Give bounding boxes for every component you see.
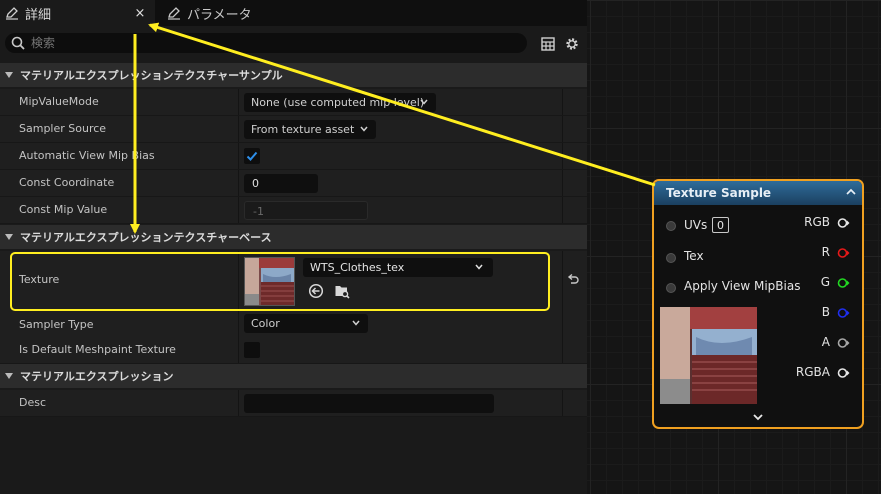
property-row-desc: Desc xyxy=(0,390,587,417)
input-label-uvs: UVs xyxy=(684,218,708,232)
checkmark-icon xyxy=(246,151,258,161)
output-label-g: G xyxy=(820,275,830,289)
sampler-source-dropdown[interactable]: From texture asset xyxy=(244,120,376,139)
sampler-type-dropdown[interactable]: Color xyxy=(244,314,368,333)
dropdown-value: From texture asset xyxy=(251,123,355,136)
output-label-r: R xyxy=(821,245,830,259)
property-label: Const Coordinate xyxy=(19,176,115,189)
output-pin-r[interactable] xyxy=(837,247,850,259)
tab-details[interactable]: 詳細 xyxy=(0,0,155,26)
tab-close-button[interactable]: × xyxy=(134,0,146,26)
node-title: Texture Sample xyxy=(654,181,862,205)
input-pin-apply-view-mipbias[interactable] xyxy=(666,283,676,293)
uvs-value-box[interactable]: 0 xyxy=(712,217,729,233)
search-input[interactable] xyxy=(31,36,511,50)
search-box[interactable] xyxy=(5,33,527,53)
input-pin-tex[interactable] xyxy=(666,253,676,263)
output-label-rgb: RGB xyxy=(804,215,830,229)
texture-preview-image xyxy=(660,307,757,404)
property-label: Automatic View Mip Bias xyxy=(19,149,155,162)
chevron-down-icon xyxy=(420,99,428,105)
section-texture-base[interactable]: マテリアルエクスプレッションテクスチャーベース xyxy=(0,225,587,249)
property-label: MipValueMode xyxy=(19,95,99,108)
section-material-expression[interactable]: マテリアルエクスプレッション xyxy=(0,364,587,388)
collapse-arrow-icon xyxy=(5,373,13,379)
chevron-down-icon xyxy=(360,126,368,132)
automatic-view-mip-bias-checkbox[interactable] xyxy=(244,148,260,164)
section-texture-sample[interactable]: マテリアルエクスプレッションテクスチャーサンプル xyxy=(0,63,587,87)
property-row-automatic-view-mip-bias: Automatic View Mip Bias xyxy=(0,143,587,170)
collapse-arrow-icon xyxy=(5,234,13,240)
section-title: マテリアルエクスプレッションテクスチャーベース xyxy=(20,231,272,244)
pencil-icon xyxy=(168,7,180,20)
chevron-down-icon[interactable] xyxy=(753,413,763,421)
output-label-b: B xyxy=(821,305,830,319)
input-pin-uvs[interactable] xyxy=(666,221,676,231)
input-label-apply-view-mipbias: Apply View MipBias xyxy=(684,279,801,293)
output-pin-a[interactable] xyxy=(837,337,850,349)
details-panel: 詳細 × パラメータ マテリアルエクスプ xyxy=(0,0,587,494)
property-label: Sampler Type xyxy=(19,318,94,331)
dropdown-value: Color xyxy=(251,317,280,330)
desc-input[interactable] xyxy=(244,394,494,413)
texture-sample-node[interactable]: Texture Sample UVs 0 Tex Apply View MipB… xyxy=(652,179,864,429)
property-row-const-coordinate: Const Coordinate 0 xyxy=(0,170,587,197)
section-title: マテリアルエクスプレッション xyxy=(20,370,174,383)
tab-parameters[interactable]: パラメータ xyxy=(162,0,252,26)
tab-bar: 詳細 × パラメータ xyxy=(0,0,587,26)
property-label: Is Default Meshpaint Texture xyxy=(19,343,176,356)
search-icon xyxy=(11,36,25,50)
const-coordinate-input[interactable]: 0 xyxy=(244,174,318,193)
output-pin-rgba[interactable] xyxy=(837,367,850,379)
tab-parameters-label: パラメータ xyxy=(187,7,252,23)
property-row-sampler-source: Sampler Source From texture asset xyxy=(0,116,587,143)
output-label-rgba: RGBA xyxy=(795,365,830,379)
property-row-const-mip-value: Const Mip Value -1 xyxy=(0,197,587,224)
property-row-sampler-type: Sampler Type Color xyxy=(0,312,587,339)
is-default-meshpaint-texture-checkbox[interactable] xyxy=(244,342,260,358)
section-title: マテリアルエクスプレッションテクスチャーサンプル xyxy=(20,69,283,82)
tab-details-label: 詳細 xyxy=(25,7,52,23)
dropdown-value: None (use computed mip level) xyxy=(251,96,425,109)
output-pin-rgb[interactable] xyxy=(837,217,850,229)
input-label-tex: Tex xyxy=(684,249,704,263)
output-pin-b[interactable] xyxy=(837,307,850,319)
chevron-down-icon xyxy=(352,320,360,326)
pencil-icon xyxy=(6,7,18,20)
search-row xyxy=(0,30,587,58)
property-row-mip-value-mode: MipValueMode None (use computed mip leve… xyxy=(0,89,587,116)
reset-to-default-icon[interactable] xyxy=(566,273,580,287)
gear-icon[interactable] xyxy=(564,36,580,52)
property-row-is-default-meshpaint-texture: Is Default Meshpaint Texture xyxy=(0,337,587,364)
chevron-up-icon[interactable] xyxy=(846,188,856,196)
property-label: Desc xyxy=(19,396,47,409)
collapse-arrow-icon xyxy=(5,72,13,78)
property-label: Sampler Source xyxy=(19,122,107,135)
grid-view-icon[interactable] xyxy=(540,36,556,52)
property-label: Const Mip Value xyxy=(19,203,108,216)
const-mip-value-input: -1 xyxy=(244,201,368,220)
node-texture-preview xyxy=(660,307,757,404)
texture-highlight-box xyxy=(10,252,550,311)
mip-value-mode-dropdown[interactable]: None (use computed mip level) xyxy=(244,93,436,112)
output-label-a: A xyxy=(821,335,830,349)
output-pin-g[interactable] xyxy=(837,277,850,289)
